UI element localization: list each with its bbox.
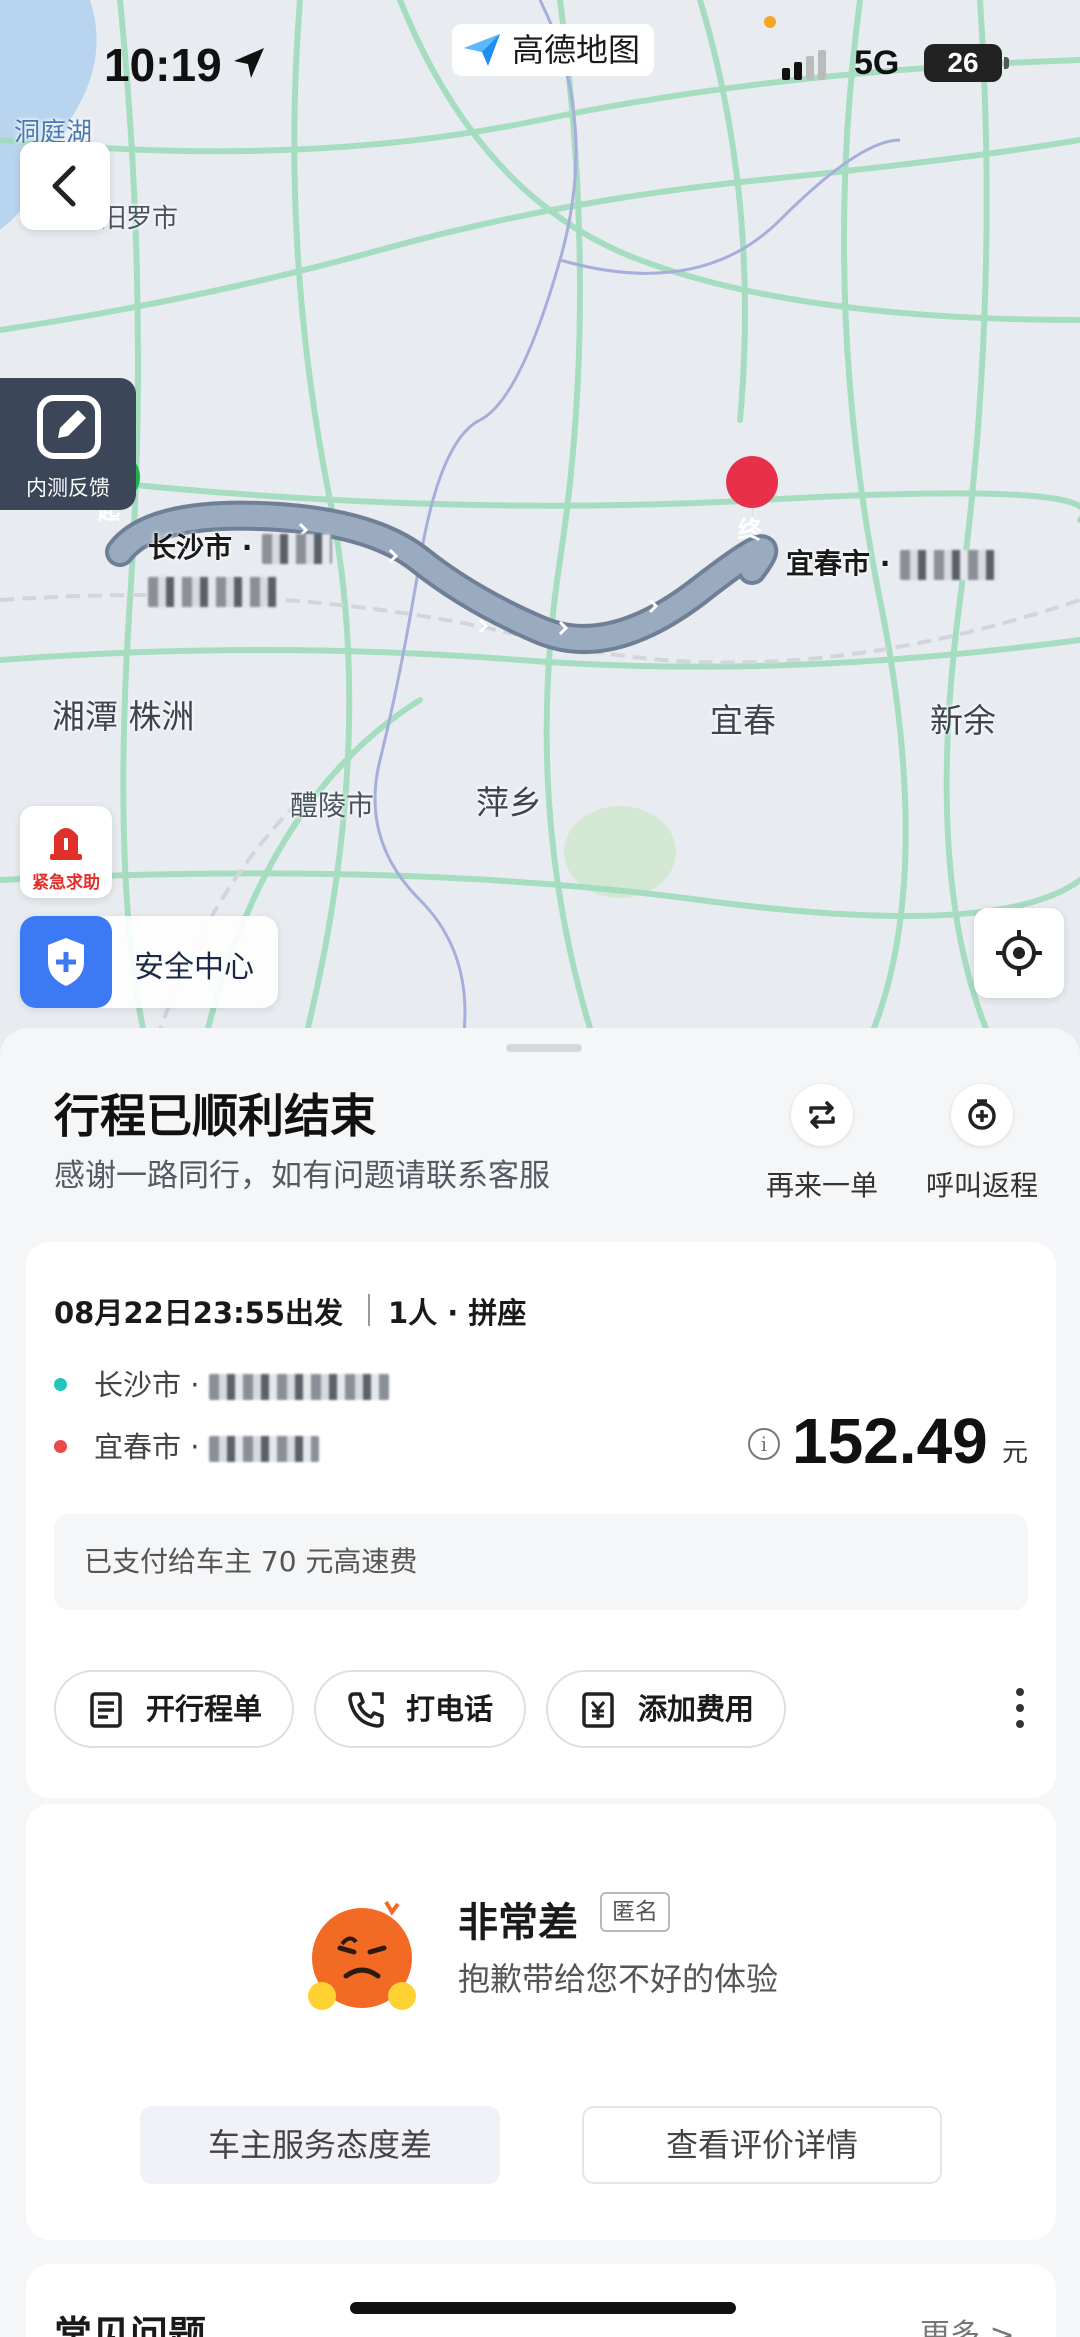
rating-card: 非常差 匿名 抱歉带给您不好的体验 车主服务态度差 查看评价详情 xyxy=(26,1804,1056,2240)
depart-time: 08月22日23:55出发 xyxy=(54,1296,344,1330)
faq-more-link[interactable]: 更多 > xyxy=(920,2310,1015,2337)
chevron-left-icon xyxy=(52,165,76,207)
location-arrow-icon xyxy=(234,48,264,78)
faq-title: 常见问题 xyxy=(54,2313,207,2337)
call-return-label: 呼叫返程 xyxy=(925,1169,1038,1202)
locate-button[interactable] xyxy=(974,908,1064,998)
phone-icon xyxy=(348,1692,384,1728)
route-start-text: 长沙市 · xyxy=(148,531,263,564)
trip-title: 行程已顺利结束 xyxy=(54,1089,376,1143)
redacted-address xyxy=(148,577,278,607)
drag-handle[interactable] xyxy=(506,1044,582,1052)
battery-level: 26 xyxy=(924,44,1009,82)
destination-address: 宜春市 · xyxy=(94,1424,319,1466)
status-bar: 10:19 高德地图 5G 26 xyxy=(0,0,1080,130)
safety-shield xyxy=(20,916,112,1008)
trip-card: 08月22日23:55出发 1人 · 拼座 长沙市 · 宜春市 · i 152.… xyxy=(26,1242,1056,1798)
view-rating-details-button[interactable]: 查看评价详情 xyxy=(582,2106,942,2184)
passenger-info: 1人 · 拼座 xyxy=(388,1296,527,1330)
order-again-label: 再来一单 xyxy=(765,1169,878,1202)
origin-address: 长沙市 · xyxy=(94,1362,389,1404)
order-again-button[interactable]: 再来一单 xyxy=(752,1084,892,1204)
divider xyxy=(368,1294,370,1326)
route-end-label: 宜春市 · xyxy=(786,542,1001,582)
clock: 10:19 xyxy=(104,39,222,91)
trip-sheet: 行程已顺利结束 感谢一路同行，如有问题请联系客服 再来一单 呼叫返程 08月22… xyxy=(0,1028,1080,2337)
map-label-pingxiang: 萍乡 xyxy=(476,783,542,822)
origin-dot xyxy=(54,1378,67,1391)
rating-subtitle: 抱歉带给您不好的体验 xyxy=(458,1960,779,1998)
price-unit: 元 xyxy=(1002,1438,1029,1468)
shield-icon xyxy=(48,938,84,986)
feedback-label: 内测反馈 xyxy=(26,476,110,500)
destination-dot xyxy=(54,1440,67,1453)
invoice-button[interactable]: 开行程单 xyxy=(54,1670,294,1748)
back-button[interactable] xyxy=(20,142,110,230)
redacted-address xyxy=(262,534,333,564)
angry-face-icon xyxy=(308,1900,416,2010)
privacy-indicator xyxy=(764,16,776,28)
feedback-button[interactable]: 内测反馈 xyxy=(0,378,136,510)
safety-center-label: 安全中心 xyxy=(134,950,254,985)
rating-title: 非常差 xyxy=(458,1900,578,1946)
signal-icon xyxy=(782,50,826,80)
trip-price: 152.49 xyxy=(792,1405,988,1477)
route-map[interactable]: 起 终 洞庭湖 汨罗市 湘潭 株洲 醴陵市 萍乡 宜春 新余 长沙市 · 宜春市… xyxy=(0,0,1080,1060)
home-indicator[interactable] xyxy=(350,2302,736,2314)
network-type: 5G xyxy=(854,44,900,82)
siren-icon xyxy=(50,828,82,860)
toll-note: 已支付给车主 70 元高速费 xyxy=(54,1514,1028,1610)
app-badge[interactable]: 高德地图 xyxy=(452,24,655,76)
sos-label: 紧急求助 xyxy=(32,873,100,893)
map-label-yichun: 宜春 xyxy=(710,701,776,740)
crosshair-icon xyxy=(996,930,1042,976)
origin-text: 长沙市 · xyxy=(94,1368,209,1402)
price-info-icon[interactable]: i xyxy=(748,1428,780,1460)
rating-reason-tag[interactable]: 车主服务态度差 xyxy=(140,2106,500,2184)
app-badge-name: 高德地图 xyxy=(512,31,641,69)
edit-icon xyxy=(37,395,101,459)
sos-button[interactable]: 紧急求助 xyxy=(20,806,112,898)
call-return-button[interactable]: 呼叫返程 xyxy=(912,1084,1052,1204)
redacted-address xyxy=(208,1374,389,1400)
add-fee-button[interactable]: 添加费用 xyxy=(546,1670,786,1748)
map-label-liling: 醴陵市 xyxy=(290,789,375,822)
redacted-address xyxy=(208,1436,319,1462)
route-start-label: 长沙市 · xyxy=(148,526,333,607)
end-pin-label: 终 xyxy=(738,516,762,544)
map-label-miluo: 汨罗市 xyxy=(100,204,179,234)
call-button[interactable]: 打电话 xyxy=(314,1670,526,1748)
fee-icon xyxy=(582,1692,614,1728)
invoice-label: 开行程单 xyxy=(146,1692,263,1726)
return-trip-icon xyxy=(968,1099,996,1130)
redacted-address xyxy=(900,550,1001,580)
map-label-xinyu: 新余 xyxy=(930,701,996,740)
faq-card: 常见问题 更多 > xyxy=(26,2264,1056,2337)
route-end-text: 宜春市 · xyxy=(786,547,901,580)
map-label-xiangtan-zhuzhou: 湘潭 株洲 xyxy=(52,697,195,736)
amap-logo-icon xyxy=(464,34,500,66)
receipt-icon xyxy=(90,1692,122,1728)
trip-subtitle: 感谢一路同行，如有问题请联系客服 xyxy=(54,1158,550,1194)
add-fee-label: 添加费用 xyxy=(638,1692,755,1726)
call-label: 打电话 xyxy=(406,1692,494,1726)
anonymous-tag: 匿名 xyxy=(600,1892,670,1932)
safety-center-button[interactable]: 安全中心 xyxy=(20,916,278,1008)
more-options-icon[interactable] xyxy=(1010,1684,1030,1732)
repeat-icon xyxy=(809,1101,835,1129)
destination-text: 宜春市 · xyxy=(94,1430,209,1464)
